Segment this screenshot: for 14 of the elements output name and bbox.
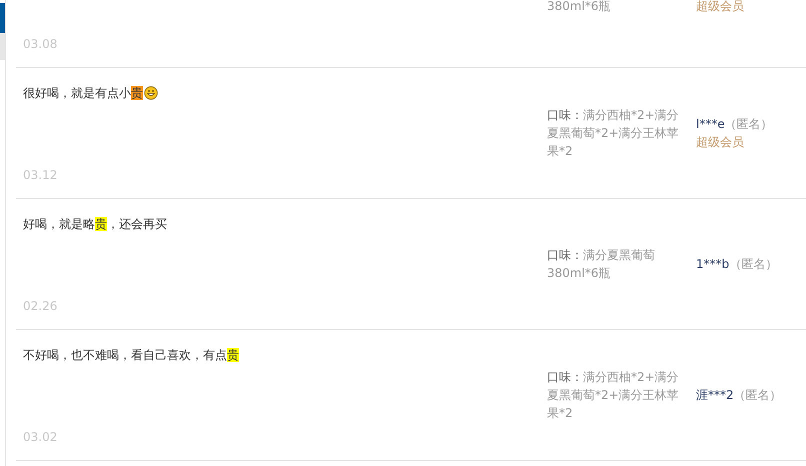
member-level: 超级会员 — [696, 134, 744, 151]
product-spec: 口味：满分夏黑葡萄380ml*6瓶 — [547, 247, 656, 282]
product-spec: 口味：满分西柚*2+满分夏黑葡萄*2+满分王林苹果*2 — [547, 369, 680, 422]
review-text: 不好喝，也不难喝，看自己喜欢，有点贵 — [23, 347, 239, 364]
review-text: 好喝，就是略贵，还会再买 — [23, 216, 167, 233]
product-spec: 口味：满分西柚*2+满分夏黑葡萄*2+满分王林苹果*2 — [547, 107, 680, 160]
member-level: 超级会员 — [696, 0, 744, 15]
username: l***e（匿名） — [696, 116, 773, 133]
username: 1***b（匿名） — [696, 256, 778, 273]
product-spec: 380ml*6瓶 — [547, 0, 612, 15]
sidebar-tab[interactable] — [0, 33, 5, 60]
username: 涯***2（匿名） — [696, 387, 782, 404]
sidebar-tab[interactable] — [0, 3, 5, 33]
review-text: 很好喝，就是有点小贵 — [23, 85, 143, 102]
